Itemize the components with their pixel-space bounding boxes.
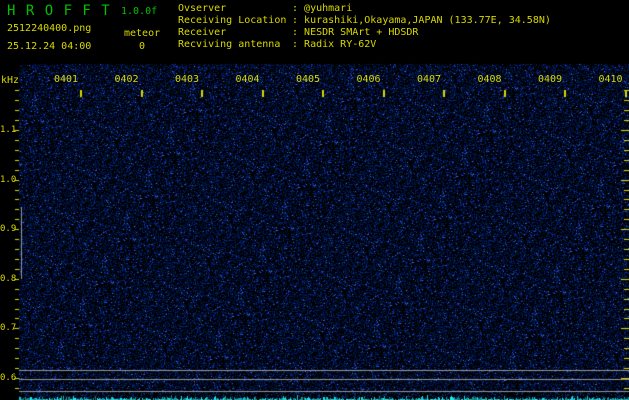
- info-label: Recviving antenna: [178, 39, 281, 50]
- freq-label: 1.1: [0, 125, 17, 135]
- time-label: 0409: [538, 74, 563, 85]
- info-colon: :: [292, 15, 305, 26]
- info-colon: :: [292, 27, 305, 38]
- time-label: 0407: [417, 74, 442, 85]
- info-value: NESDR SMArt + HDSDR: [304, 27, 419, 38]
- freq-label: 1.0: [0, 175, 17, 185]
- info-colon: :: [292, 3, 305, 14]
- time-label: 0410: [598, 74, 623, 85]
- time-label: 0402: [114, 74, 139, 85]
- version-label: 1.0.0f: [121, 6, 158, 17]
- info-label: Ovserver: [178, 3, 227, 14]
- time-label: 0401: [54, 74, 79, 85]
- meteor-count: 0: [139, 41, 146, 52]
- info-value: kurashiki,Okayama,JAPAN (133.77E, 34.58N…: [304, 15, 551, 26]
- info-row: Receiver: NESDR SMArt + HDSDR: [178, 27, 551, 39]
- filename-label: 2512240400.png: [7, 23, 92, 34]
- time-label: 0403: [175, 74, 200, 85]
- info-label: Receiving Location: [178, 15, 287, 26]
- freq-label: 0.8: [0, 274, 17, 284]
- info-value: @yuhmari: [304, 3, 353, 14]
- info-row: Ovserver: @yuhmari: [178, 3, 551, 15]
- info-value: Radix RY-62V: [304, 39, 377, 50]
- spectrogram-canvas: [0, 0, 629, 400]
- time-label: 0405: [296, 74, 321, 85]
- meteor-label: meteor: [124, 28, 161, 39]
- info-row: Recviving antenna: Radix RY-62V: [178, 39, 551, 51]
- freq-label: 0.6: [0, 373, 17, 383]
- time-label: 0406: [356, 74, 381, 85]
- time-label: 0408: [477, 74, 502, 85]
- info-row: Receiving Location: kurashiki,Okayama,JA…: [178, 15, 551, 27]
- hrofft-window: H R O F F T 1.0.0f 2512240400.png meteor…: [0, 0, 629, 400]
- app-title: H R O F F T: [7, 3, 111, 19]
- datetime-label: 25.12.24 04:00: [7, 41, 92, 52]
- freq-label: 0.7: [0, 323, 17, 333]
- time-label: 0404: [235, 74, 260, 85]
- info-label: Receiver: [178, 27, 227, 38]
- khz-unit-label: kHz: [1, 75, 20, 86]
- info-colon: :: [292, 39, 305, 50]
- freq-label: 0.9: [0, 224, 17, 234]
- observer-info: Ovserver: @yuhmari Receiving Location: ku…: [178, 3, 551, 51]
